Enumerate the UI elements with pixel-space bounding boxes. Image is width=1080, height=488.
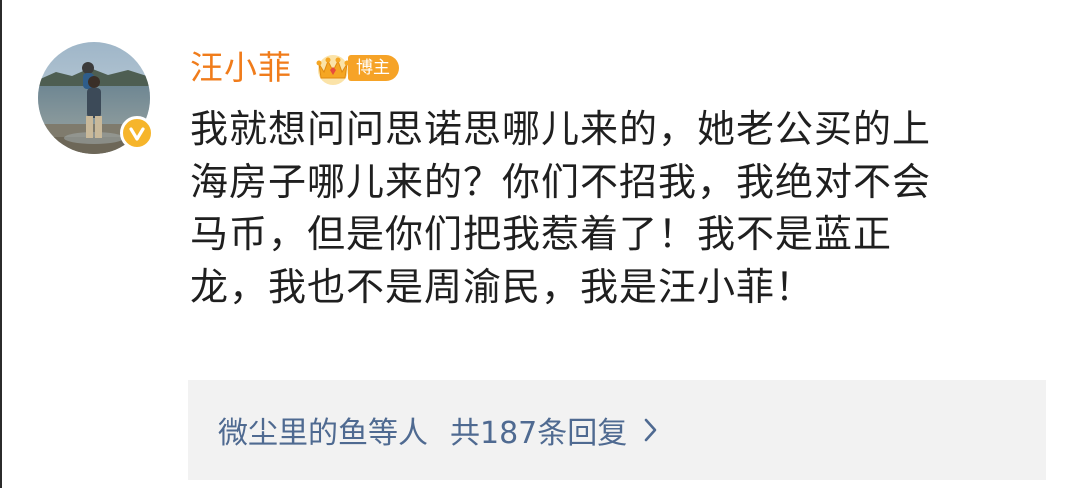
comment-text: 我就想问问思诺思哪儿来的，她老公买的上 海房子哪儿来的？你们不招我，我绝对不会 … [190,103,1050,313]
comment-line: 龙，我也不是周渝民，我是汪小菲！ [190,264,815,309]
comment-line: 海房子哪儿来的？你们不招我，我绝对不会 [190,159,932,204]
replies-link[interactable]: 微尘里的鱼等人 共187条回复 [188,380,1046,480]
badge-label: 博主 [348,55,399,81]
blogger-badge: 博主 [312,52,399,85]
window-edge [0,0,2,488]
comment-line: 马币，但是你们把我惹着了！我不是蓝正 [190,212,893,256]
reply-count: 共187条回复 [450,416,628,451]
reply-users: 微尘里的鱼等人 [218,416,428,451]
verified-v-icon [120,116,154,150]
avatar-container[interactable] [38,42,154,154]
username[interactable]: 汪小菲 [190,44,292,92]
comment-card: 汪小菲 博主 我就想问问思诺思哪儿来的，她老公买的上 海房子哪儿来的？你们不招我… [0,0,1080,488]
comment-line: 我就想问问思诺思哪儿来的，她老公买的上 [190,107,932,151]
chevron-right-icon [644,418,657,442]
